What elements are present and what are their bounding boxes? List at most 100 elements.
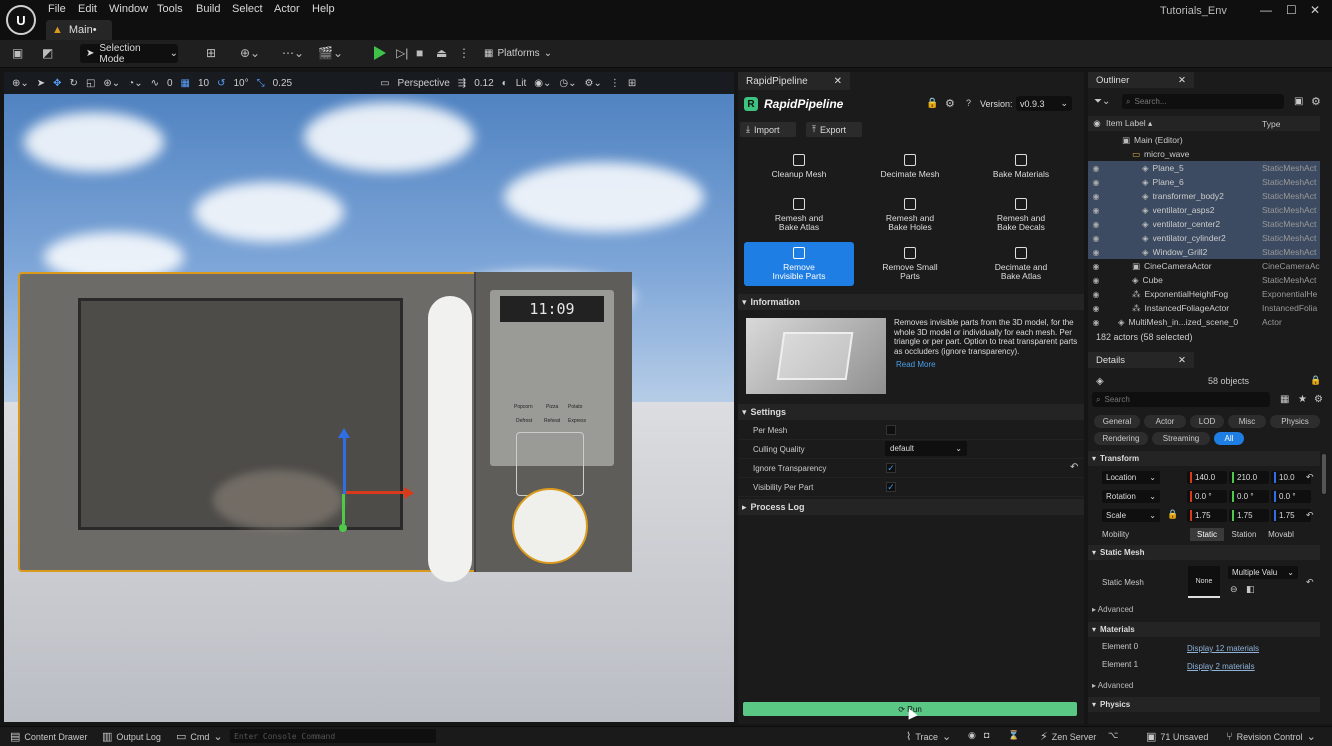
scale-z-field[interactable]: 1.75: [1271, 509, 1311, 522]
version-dropdown[interactable]: v0.9.3 ⌄: [1016, 96, 1072, 111]
derived-data-icon[interactable]: ⌛: [1008, 730, 1019, 741]
tab-rapidpipeline[interactable]: RapidPipeline ✕: [738, 72, 850, 90]
outliner-row[interactable]: ◉ ◈ Window_Grill2 StaticMeshAct: [1088, 245, 1320, 259]
outliner-row[interactable]: ◉ ◈ ventilator_asps2 StaticMeshAct: [1088, 203, 1320, 217]
scale-snap-value[interactable]: 0.25: [273, 78, 292, 89]
outliner-row[interactable]: ▭ micro_wave: [1088, 147, 1320, 161]
maximize-icon[interactable]: ☐: [1286, 3, 1297, 17]
filter-all[interactable]: All: [1214, 432, 1244, 445]
sequence-icon[interactable]: ⋯⌄: [282, 46, 304, 60]
outliner-search-input[interactable]: ⌕ Search...: [1122, 94, 1284, 109]
reset-icon[interactable]: ↶: [1070, 462, 1078, 473]
menu-help[interactable]: Help: [312, 3, 335, 15]
show-icon[interactable]: ◉⌄: [534, 78, 551, 89]
camera-speed-value[interactable]: 0.12: [474, 78, 493, 89]
export-button[interactable]: ⤒ Export: [806, 122, 862, 137]
selection-mode-dropdown[interactable]: ➤ Selection Mode ⌄: [80, 43, 178, 65]
cinematics-icon[interactable]: 🎬⌄: [318, 46, 343, 60]
visibility-eye-icon[interactable]: ◉: [1088, 262, 1104, 271]
rotate-icon[interactable]: ↻: [70, 78, 78, 89]
tool-remesh-bake-holes[interactable]: Remesh and Bake Holes: [855, 193, 965, 237]
location-dropdown[interactable]: Location ⌄: [1102, 471, 1160, 484]
filter-physics[interactable]: Physics: [1270, 415, 1320, 428]
grid-snap-icon[interactable]: ▦: [181, 78, 190, 89]
advanced-row[interactable]: ▸ Advanced: [1092, 681, 1133, 690]
settings-icon[interactable]: ⚙⌄: [584, 78, 601, 89]
eject-icon[interactable]: ⏏: [436, 46, 447, 60]
visibility-eye-icon[interactable]: ◉: [1088, 206, 1104, 215]
outliner-row[interactable]: ◉ ◈ Cube StaticMeshAct: [1088, 273, 1320, 287]
lock-scale-icon[interactable]: 🔒: [1167, 509, 1178, 520]
close-icon[interactable]: ✕: [1310, 3, 1320, 17]
tool-remesh-bake-decals[interactable]: Remesh and Bake Decals: [966, 193, 1076, 237]
tool-bake-materials[interactable]: Bake Materials: [966, 144, 1076, 188]
scale-icon[interactable]: ◱: [86, 78, 95, 89]
static-mesh-dropdown[interactable]: Multiple Valu ⌄: [1228, 566, 1298, 579]
platforms-dropdown[interactable]: ▦ Platforms ⌄: [484, 44, 562, 63]
location-x-field[interactable]: 140.0: [1187, 471, 1227, 484]
tool-remove-invisible-parts[interactable]: Remove Invisible Parts: [744, 242, 854, 286]
move-icon[interactable]: ✥: [53, 78, 61, 89]
revision-control-button[interactable]: ⑂ Revision Control ⌄: [1226, 730, 1316, 744]
visibility-eye-icon[interactable]: ◉: [1088, 290, 1104, 299]
place-actor-icon[interactable]: ⊞: [206, 46, 216, 60]
filter-rendering[interactable]: Rendering: [1094, 432, 1148, 445]
gizmo-y-axis[interactable]: [342, 494, 345, 524]
rotation-dropdown[interactable]: Rotation ⌄: [1102, 490, 1160, 503]
culling-quality-select[interactable]: default ⌄: [885, 441, 967, 456]
unsaved-button[interactable]: ▣ 71 Unsaved: [1146, 730, 1208, 743]
lit-icon[interactable]: ◐: [502, 78, 508, 89]
close-tab-icon[interactable]: ✕: [834, 76, 842, 87]
content-browser-icon[interactable]: ◩: [42, 46, 53, 60]
world-icon[interactable]: ⊛⌄: [103, 78, 120, 89]
location-z-field[interactable]: 10.0: [1271, 471, 1311, 484]
reset-icon[interactable]: ↶: [1306, 510, 1314, 521]
filter-icon[interactable]: ⏷⌄: [1094, 96, 1110, 107]
settings-icon[interactable]: ⚙: [945, 97, 955, 110]
outliner-row[interactable]: ◉ ⁂ ExponentialHeightFog ExponentialHe: [1088, 287, 1320, 301]
information-section[interactable]: ▾ Information: [738, 294, 1084, 310]
col-item-label[interactable]: Item Label ▴: [1106, 118, 1262, 129]
close-tab-icon[interactable]: ✕: [1178, 355, 1186, 366]
settings-section[interactable]: ▾ Settings: [738, 404, 1084, 420]
materials-section[interactable]: ▾ Materials: [1088, 622, 1320, 637]
zen-server-button[interactable]: ⚡ Zen Server: [1040, 730, 1096, 743]
visibility-eye-icon[interactable]: ◉: [1088, 178, 1104, 187]
star-icon[interactable]: ★: [1298, 394, 1307, 405]
add-folder-icon[interactable]: ▣: [1294, 96, 1303, 107]
visibility-eye-icon[interactable]: ◉: [1088, 304, 1104, 313]
mobility-stationary[interactable]: Station: [1226, 528, 1262, 541]
visibility-eye-icon[interactable]: ◉: [1088, 192, 1104, 201]
element1-materials-link[interactable]: Display 2 materials: [1187, 662, 1255, 671]
surface-snap-icon[interactable]: ◔⌄: [128, 78, 142, 89]
element0-materials-link[interactable]: Display 12 materials: [1187, 644, 1259, 653]
static-mesh-section[interactable]: ▾ Static Mesh: [1088, 545, 1320, 560]
outliner-row[interactable]: ◉ ◈ ventilator_center2 StaticMeshAct: [1088, 217, 1320, 231]
tool-remove-small-parts[interactable]: Remove Small Parts: [855, 242, 965, 286]
settings-icon[interactable]: ⚙: [1314, 394, 1323, 405]
rotation-y-field[interactable]: 0.0 °: [1229, 490, 1269, 503]
filter-actor[interactable]: Actor: [1144, 415, 1186, 428]
lock-icon[interactable]: 🔒: [926, 98, 938, 109]
angle-snap-value[interactable]: 10°: [234, 78, 249, 89]
outliner-row[interactable]: ◉ ◈ ventilator_cylinder2 StaticMeshAct: [1088, 231, 1320, 245]
visibility-eye-icon[interactable]: ◉: [1088, 234, 1104, 243]
grid-snap-value[interactable]: 10: [198, 78, 209, 89]
step-icon[interactable]: ▷|: [396, 46, 408, 60]
menu-actor[interactable]: Actor: [274, 3, 300, 15]
tool-cleanup-mesh[interactable]: Cleanup Mesh: [744, 144, 854, 188]
help-icon[interactable]: ?: [966, 98, 971, 108]
menu-select[interactable]: Select: [232, 3, 263, 15]
filter-lod[interactable]: LOD: [1190, 415, 1224, 428]
process-log-section[interactable]: ▸ Process Log: [738, 499, 1084, 515]
transform-section[interactable]: ▾ Transform: [1088, 451, 1320, 466]
outliner-row[interactable]: ◉ ▣ CineCameraActor CineCameraAc: [1088, 259, 1320, 273]
transform-mode-icon[interactable]: ⊕⌄: [12, 78, 29, 89]
visibility-eye-icon[interactable]: ◉: [1088, 220, 1104, 229]
reset-icon[interactable]: ↶: [1306, 577, 1314, 588]
physics-section[interactable]: ▾ Physics: [1088, 697, 1320, 712]
menu-window[interactable]: Window: [109, 3, 148, 15]
outliner-row[interactable]: ◉ ◈ transformer_body2 StaticMeshAct: [1088, 189, 1320, 203]
filter-general[interactable]: General: [1094, 415, 1140, 428]
rotation-z-field[interactable]: 0.0 °: [1271, 490, 1311, 503]
